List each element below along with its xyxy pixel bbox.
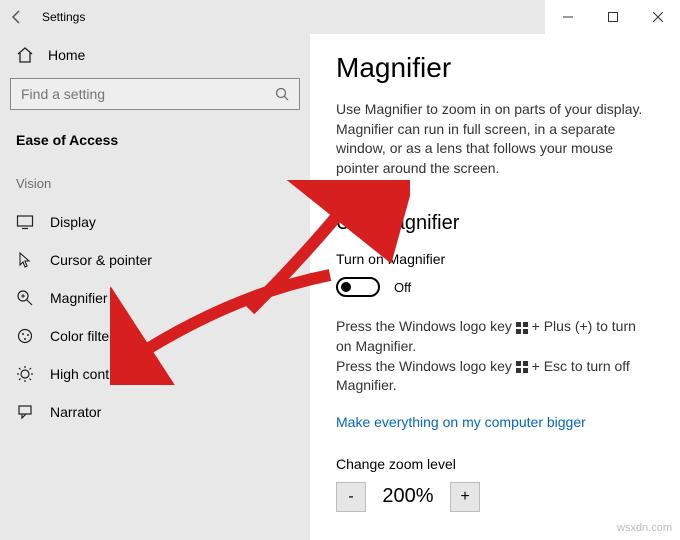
main-panel: Magnifier Use Magnifier to zoom in on pa… <box>310 34 680 540</box>
sidebar-group-label: Ease of Access <box>10 128 300 176</box>
windows-logo-icon <box>516 322 528 334</box>
sidebar-home[interactable]: Home <box>10 34 300 78</box>
search-icon <box>275 87 289 101</box>
sidebar-item-label: Display <box>50 214 96 230</box>
zoom-decrease-button[interactable]: - <box>336 482 366 512</box>
sidebar-item-label: Magnifier <box>50 290 108 306</box>
windows-logo-icon <box>516 361 528 373</box>
display-icon <box>16 213 34 231</box>
sidebar-item-high-contrast[interactable]: High contrast <box>10 355 300 393</box>
link-make-bigger[interactable]: Make everything on my computer bigger <box>336 414 586 430</box>
magnifier-toggle[interactable] <box>336 277 380 297</box>
hint-turn-on: Press the Windows logo key + Plus (+) to… <box>336 317 654 356</box>
high-contrast-icon <box>16 365 34 383</box>
sidebar-item-label: Color filters <box>50 328 121 344</box>
watermark: wsxdn.com <box>617 522 672 534</box>
sidebar-item-magnifier[interactable]: Magnifier <box>10 279 300 317</box>
close-icon <box>653 12 663 22</box>
turn-on-magnifier-label: Turn on Magnifier <box>336 251 654 267</box>
color-filters-icon <box>16 327 34 345</box>
search-box[interactable] <box>10 78 300 110</box>
sidebar: Home Ease of Access Vision Display Curso… <box>0 34 310 540</box>
sidebar-item-label: Cursor & pointer <box>50 252 152 268</box>
minimize-icon <box>563 12 573 22</box>
page-description: Use Magnifier to zoom in on parts of you… <box>336 100 654 178</box>
sidebar-item-color-filters[interactable]: Color filters <box>10 317 300 355</box>
sidebar-item-cursor-pointer[interactable]: Cursor & pointer <box>10 241 300 279</box>
sidebar-item-label: Narrator <box>50 404 101 420</box>
arrow-left-icon <box>9 9 25 25</box>
sidebar-subgroup-label: Vision <box>10 176 300 203</box>
sidebar-home-label: Home <box>48 47 85 63</box>
minimize-button[interactable] <box>545 0 590 34</box>
zoom-value: 200% <box>374 485 442 508</box>
cursor-icon <box>16 251 34 269</box>
window-title: Settings <box>34 10 85 24</box>
back-button[interactable] <box>0 0 34 34</box>
page-title: Magnifier <box>336 52 654 84</box>
toggle-state-label: Off <box>394 280 411 295</box>
close-button[interactable] <box>635 0 680 34</box>
titlebar: Settings <box>0 0 680 34</box>
zoom-increase-button[interactable]: + <box>450 482 480 512</box>
magnifier-icon <box>16 289 34 307</box>
hint-turn-off: Press the Windows logo key + Esc to turn… <box>336 357 654 396</box>
search-input[interactable] <box>21 86 271 102</box>
sidebar-item-display[interactable]: Display <box>10 203 300 241</box>
sidebar-item-narrator[interactable]: Narrator <box>10 393 300 431</box>
sidebar-item-label: High contrast <box>50 366 132 382</box>
maximize-button[interactable] <box>590 0 635 34</box>
zoom-level-label: Change zoom level <box>336 456 654 472</box>
section-use-magnifier: Use Magnifier <box>336 212 654 235</box>
maximize-icon <box>608 12 618 22</box>
narrator-icon <box>16 403 34 421</box>
home-icon <box>16 46 34 64</box>
